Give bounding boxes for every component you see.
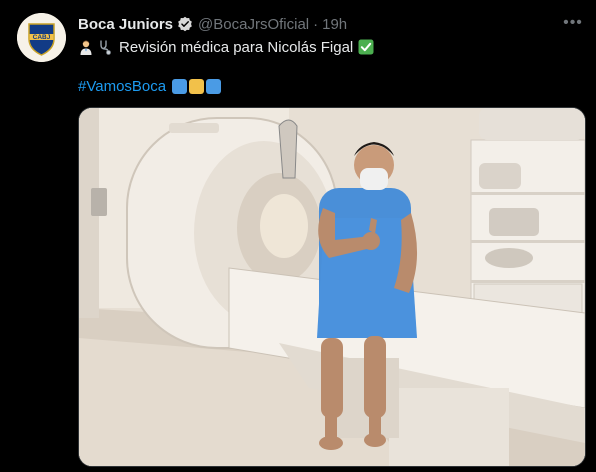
tweet-text: Revisión médica para Nicolás Figal [119,38,354,56]
mri-room-photo [79,108,585,466]
blue-square-emoji [172,78,188,94]
author-name[interactable]: Boca Juniors [78,16,173,33]
hashtag-link[interactable]: #VamosBoca [78,78,166,95]
tweet-photo[interactable] [78,107,586,467]
author-handle[interactable]: @BocaJrsOficial [198,16,309,33]
blue-square-emoji-2 [206,78,222,94]
tweet[interactable]: CABJ Boca Juniors @BocaJrsOficial · 19h … [0,0,596,472]
more-options-icon[interactable]: ••• [560,13,586,33]
separator-dot: · [313,15,319,33]
health-worker-emoji [80,40,92,55]
tweet-text-line: Revisión médica para Nicolás Figal [78,37,377,57]
more-options-label: ••• [563,14,583,31]
tweet-header: Boca Juniors @BocaJrsOficial · 19h [78,14,347,34]
avatar-monogram: CABJ [33,34,51,41]
boca-crest-icon: CABJ [17,13,66,62]
check-mark-emoji [358,39,374,55]
verified-badge-icon [178,16,192,32]
tweet-timestamp[interactable]: 19h [322,16,347,33]
tweet-hashtag-line: #VamosBoca [78,76,222,96]
yellow-square-emoji [189,78,205,94]
stethoscope-emoji [100,40,111,55]
avatar[interactable]: CABJ [17,13,66,62]
